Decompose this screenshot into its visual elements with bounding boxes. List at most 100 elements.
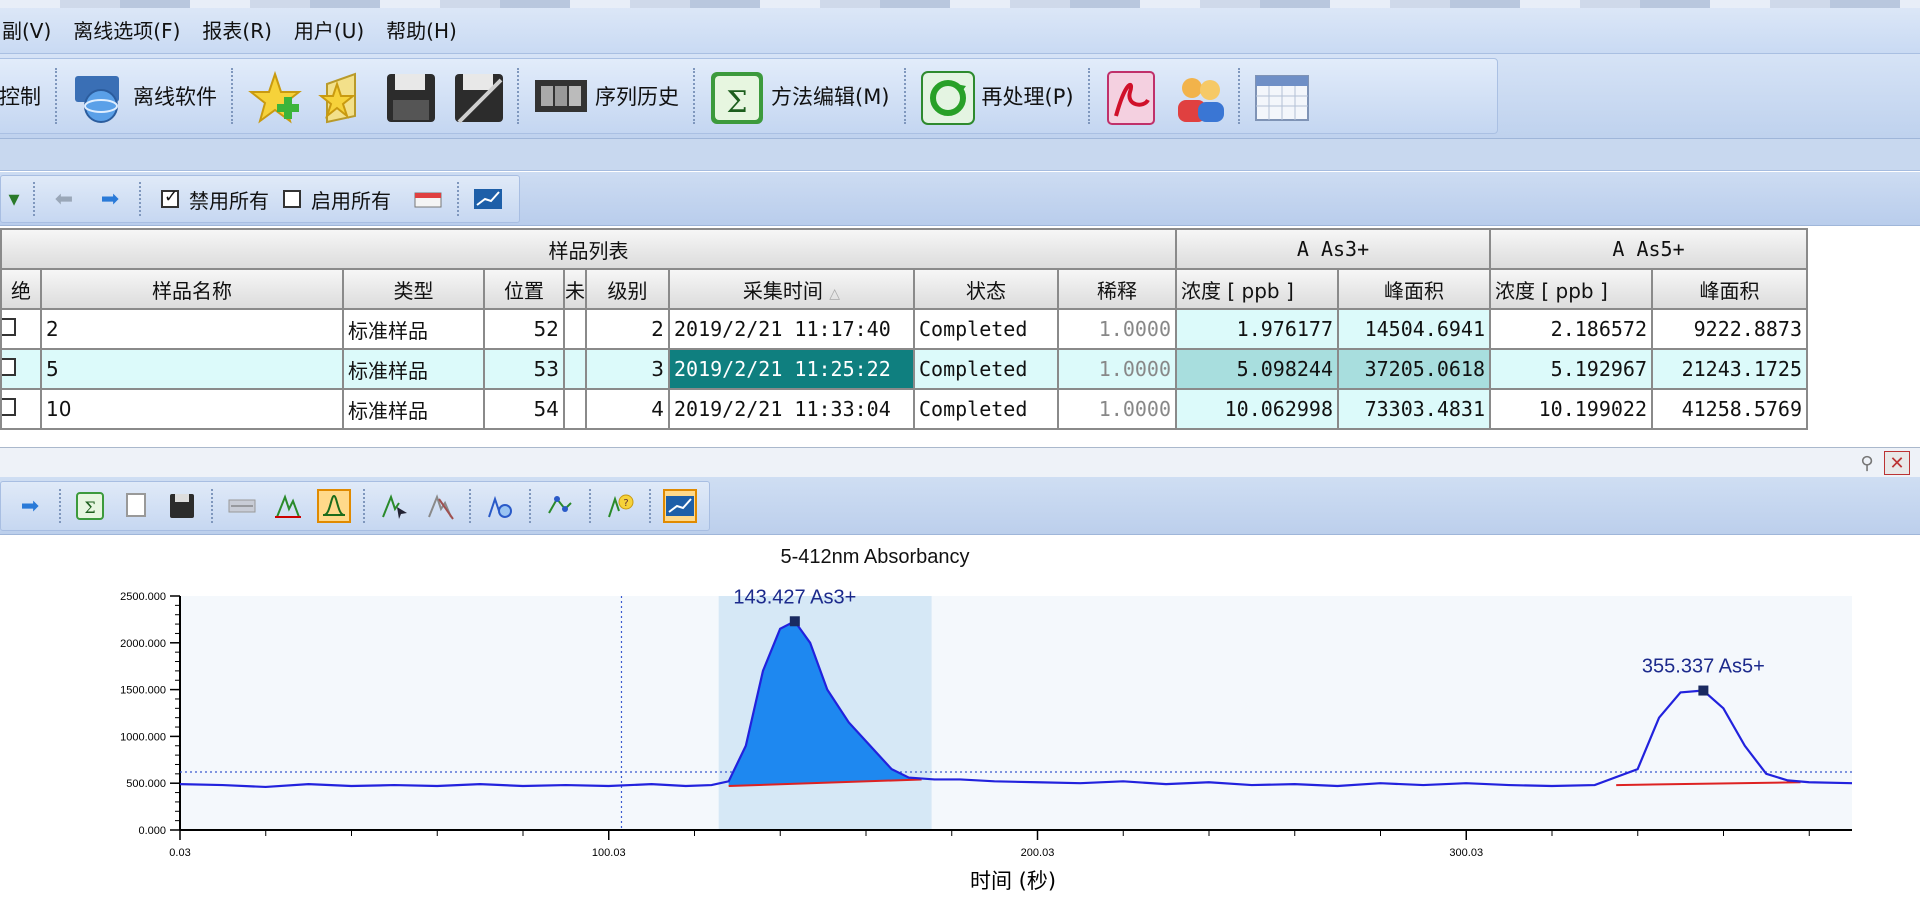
cell-as3-area[interactable]: 73303.4831 <box>1337 388 1491 430</box>
peak-zoom-icon[interactable] <box>483 489 517 523</box>
cell-dilution[interactable]: 1.0000 <box>1057 308 1177 350</box>
cell-as3-area[interactable]: 37205.0618 <box>1337 348 1491 390</box>
cell-level[interactable]: 3 <box>585 348 670 390</box>
cell-type[interactable]: 标准样品 <box>342 388 485 430</box>
cell-as3-conc[interactable]: 1.976177 <box>1175 308 1339 350</box>
save-as-button[interactable] <box>443 61 511 131</box>
cell-as5-conc[interactable]: 10.199022 <box>1489 388 1653 430</box>
pin-icon[interactable]: ⚲ <box>1854 451 1880 475</box>
pdf-export-button[interactable] <box>1096 61 1164 131</box>
col-header-as3-area[interactable]: 峰面积 <box>1337 268 1491 310</box>
offline-software-button[interactable]: 离线软件 <box>63 61 225 131</box>
baseline-icon[interactable] <box>225 489 259 523</box>
col-header-level[interactable]: 级别 <box>585 268 670 310</box>
table-row-selected[interactable]: 5 标准样品 53 3 2019/2/21 11:25:22 Completed… <box>0 348 1808 390</box>
cell-as3-area[interactable]: 14504.6941 <box>1337 308 1491 350</box>
menu-view[interactable]: 副(V) <box>0 18 61 44</box>
cell-as5-area[interactable]: 9222.8873 <box>1651 308 1808 350</box>
cell-type[interactable]: 标准样品 <box>342 348 485 390</box>
cell-as5-area[interactable]: 21243.1725 <box>1651 348 1808 390</box>
col-header-status[interactable]: 状态 <box>913 268 1059 310</box>
open-sequence-button[interactable] <box>307 61 375 131</box>
new-sequence-button[interactable] <box>239 61 307 131</box>
row-checkbox[interactable] <box>3 398 16 416</box>
cell-acq-time-selected[interactable]: 2019/2/21 11:25:22 <box>668 348 915 390</box>
chart-view-icon[interactable] <box>663 489 697 523</box>
cell-type[interactable]: 标准样品 <box>342 308 485 350</box>
scatter-points-icon[interactable] <box>543 489 577 523</box>
forward-arrow-icon[interactable]: ➡ <box>13 489 47 523</box>
col-header-position[interactable]: 位置 <box>483 268 565 310</box>
svg-text:?: ? <box>623 498 628 509</box>
peak-pick-icon[interactable] <box>271 489 305 523</box>
cell-position[interactable]: 54 <box>483 388 565 430</box>
menu-offline-options[interactable]: 离线选项(F) <box>71 18 190 44</box>
disable-all-checkbox[interactable] <box>161 187 179 208</box>
peak-integrate-icon[interactable] <box>317 489 351 523</box>
disable-all-label[interactable]: 禁用所有 <box>189 185 269 214</box>
cell-name[interactable]: 5 <box>40 348 344 390</box>
floppy-disk-icon[interactable] <box>165 489 199 523</box>
method-edit-button[interactable]: Σ 方法编辑(M) <box>701 61 898 131</box>
cell-level[interactable]: 4 <box>585 388 670 430</box>
menu-help[interactable]: 帮助(H) <box>384 18 467 44</box>
row-checkbox-cell[interactable] <box>0 348 42 390</box>
peak-delete-icon[interactable] <box>423 489 457 523</box>
row-checkbox[interactable] <box>3 358 16 376</box>
user-management-button[interactable] <box>1164 61 1232 131</box>
col-header-name[interactable]: 样品名称 <box>40 268 344 310</box>
col-header-narrow[interactable]: 未 <box>563 268 587 310</box>
cell-dilution[interactable]: 1.0000 <box>1057 348 1177 390</box>
sequence-history-button[interactable]: 序列历史 <box>525 61 687 131</box>
forward-arrow-icon[interactable]: ➡ <box>93 182 127 216</box>
cell-level[interactable]: 2 <box>585 308 670 350</box>
cell-position[interactable]: 53 <box>483 348 565 390</box>
calendar-button[interactable] <box>1246 61 1314 131</box>
save-button[interactable] <box>375 61 443 131</box>
cell-status[interactable]: Completed <box>913 348 1059 390</box>
eraser-icon[interactable] <box>411 182 445 216</box>
cell-acq-time[interactable]: 2019/2/21 11:17:40 <box>668 308 915 350</box>
cell-name[interactable]: 2 <box>40 308 344 350</box>
row-checkbox[interactable] <box>3 318 16 336</box>
cell-status[interactable]: Completed <box>913 388 1059 430</box>
chromatogram-chart[interactable]: 0.000 500.000 1000.000 1500.000 2000.000 2500… <box>0 536 1920 910</box>
row-checkbox-cell[interactable] <box>0 388 42 430</box>
dropdown-icon[interactable]: ▾ <box>7 182 21 216</box>
control-button[interactable]: 控制 <box>0 61 49 131</box>
col-header-acq-time[interactable]: 采集时间 △ <box>668 268 915 310</box>
cell-as5-conc[interactable]: 2.186572 <box>1489 308 1653 350</box>
row-checkbox-cell[interactable] <box>0 308 42 350</box>
group-header-as5: A As5+ <box>1489 228 1808 270</box>
table-row[interactable]: 10 标准样品 54 4 2019/2/21 11:33:04 Complete… <box>0 388 1808 430</box>
col-header-as5-conc[interactable]: 浓度 [ ppb ] <box>1489 268 1653 310</box>
enable-all-checkbox[interactable] <box>283 190 301 208</box>
copy-icon[interactable] <box>119 489 153 523</box>
cell-as3-conc[interactable]: 10.062998 <box>1175 388 1339 430</box>
cell-acq-time[interactable]: 2019/2/21 11:33:04 <box>668 388 915 430</box>
cell-dilution[interactable]: 1.0000 <box>1057 388 1177 430</box>
chart-view-icon[interactable] <box>471 182 505 216</box>
method-sigma-icon[interactable]: Σ <box>73 489 107 523</box>
enable-all-label[interactable]: 启用所有 <box>311 185 391 214</box>
cell-as5-conc[interactable]: 5.192967 <box>1489 348 1653 390</box>
cell-position[interactable]: 52 <box>483 308 565 350</box>
cell-name[interactable]: 10 <box>40 388 344 430</box>
col-header-abs[interactable]: 绝 <box>0 268 42 310</box>
separator <box>693 68 695 124</box>
reprocess-button[interactable]: 再处理(P) <box>912 61 1082 131</box>
cell-as3-conc[interactable]: 5.098244 <box>1175 348 1339 390</box>
table-row[interactable]: 2 标准样品 52 2 2019/2/21 11:17:40 Completed… <box>0 308 1808 350</box>
back-arrow-icon[interactable]: ⬅ <box>47 182 81 216</box>
cell-as5-area[interactable]: 41258.5769 <box>1651 388 1808 430</box>
menu-report[interactable]: 报表(R) <box>200 18 282 44</box>
col-header-type[interactable]: 类型 <box>342 268 485 310</box>
col-header-as3-conc[interactable]: 浓度 [ ppb ] <box>1175 268 1339 310</box>
col-header-dilution[interactable]: 稀释 <box>1057 268 1177 310</box>
col-header-as5-area[interactable]: 峰面积 <box>1651 268 1808 310</box>
menu-user[interactable]: 用户(U) <box>292 18 374 44</box>
peak-cursor-icon[interactable] <box>377 489 411 523</box>
close-icon[interactable]: ✕ <box>1884 451 1910 475</box>
cell-status[interactable]: Completed <box>913 308 1059 350</box>
peak-info-icon[interactable]: ? <box>603 489 637 523</box>
